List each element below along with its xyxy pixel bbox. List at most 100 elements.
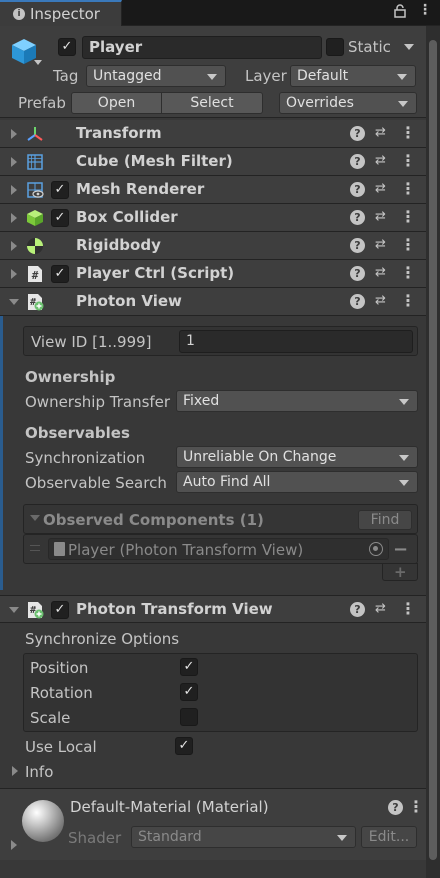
info-icon: i [13, 8, 25, 20]
help-icon[interactable]: ? [350, 154, 365, 169]
prefab-label: Prefab [18, 94, 66, 112]
context-menu-icon[interactable]: ⋮ [400, 291, 416, 310]
transform-icon [26, 125, 44, 143]
help-icon[interactable]: ? [350, 210, 365, 225]
foldout-arrow-icon[interactable] [9, 299, 19, 305]
presets-icon[interactable]: ⇄ [375, 125, 386, 140]
enabled-checkbox[interactable]: ✓ [51, 265, 69, 283]
script-icon: # [26, 265, 44, 283]
enabled-checkbox[interactable]: ✓ [51, 209, 69, 227]
component-rigidbody[interactable]: Rigidbody ? ⇄ ⋮ [0, 232, 426, 260]
component-name: Box Collider [76, 208, 178, 226]
static-label: Static [348, 38, 391, 56]
foldout-arrow-icon[interactable] [11, 213, 17, 223]
position-checkbox[interactable]: ✓ [180, 658, 198, 676]
foldout-arrow-icon[interactable] [11, 157, 17, 167]
foldout-arrow-icon[interactable] [11, 185, 17, 195]
help-icon[interactable]: ? [350, 126, 365, 141]
photon-icon: # [26, 293, 44, 311]
presets-icon[interactable]: ⇄ [375, 153, 386, 168]
help-icon[interactable]: ? [350, 266, 365, 281]
material-fold-icon[interactable] [11, 840, 17, 850]
name-field[interactable]: Player [82, 36, 322, 59]
foldout-arrow-icon[interactable] [11, 269, 17, 279]
context-menu-icon[interactable]: ⋮ [400, 263, 416, 282]
info-label: Info [25, 763, 54, 781]
presets-icon[interactable]: ⇄ [375, 181, 386, 196]
component-transform[interactable]: Transform ? ⇄ ⋮ [0, 120, 426, 148]
material-preview-icon [22, 800, 64, 842]
foldout-arrow-icon[interactable] [11, 241, 17, 251]
icon-dropdown-icon[interactable] [34, 60, 42, 65]
layer-dropdown[interactable]: Default [290, 65, 416, 87]
component-player-ctrl[interactable]: # ✓ Player Ctrl (Script) ? ⇄ ⋮ [0, 260, 426, 288]
object-picker-icon[interactable] [369, 542, 383, 556]
prefab-open-button[interactable]: Open [71, 92, 162, 114]
info-fold-icon[interactable] [12, 766, 18, 776]
rotation-checkbox[interactable]: ✓ [180, 683, 198, 701]
tab-title: Inspector [30, 5, 100, 23]
help-icon[interactable]: ? [350, 238, 365, 253]
use-local-label: Use Local [25, 738, 97, 756]
view-id-label: View ID [1..999] [31, 333, 152, 351]
scale-checkbox[interactable] [180, 708, 198, 726]
presets-icon[interactable]: ⇄ [375, 209, 386, 224]
view-id-field[interactable]: 1 [179, 330, 413, 353]
plus-icon[interactable]: + [394, 563, 407, 581]
rotation-label: Rotation [30, 684, 93, 702]
context-menu-icon[interactable]: ⋮ [400, 599, 416, 618]
component-mesh-filter[interactable]: Cube (Mesh Filter) ? ⇄ ⋮ [0, 148, 426, 176]
component-name: Photon Transform View [76, 600, 273, 618]
context-menu-icon[interactable]: ⋮ [400, 151, 416, 170]
remove-icon[interactable]: − [393, 539, 408, 560]
active-checkbox[interactable]: ✓ [58, 38, 76, 56]
component-name: Rigidbody [76, 236, 161, 254]
overrides-dropdown[interactable]: Overrides [279, 92, 417, 114]
help-icon[interactable]: ? [350, 182, 365, 197]
observable-search-dropdown[interactable]: Auto Find All [176, 471, 418, 493]
observed-components-label: Observed Components (1) [43, 511, 264, 529]
mesh-renderer-icon [26, 181, 44, 199]
prefab-select-button[interactable]: Select [161, 92, 263, 114]
synchronization-dropdown[interactable]: Unreliable On Change [176, 446, 418, 468]
tab-menu-icon[interactable]: ⋮ [418, 2, 432, 18]
box-collider-icon [26, 209, 44, 227]
context-menu-icon[interactable]: ⋮ [400, 207, 416, 226]
context-menu-icon[interactable]: ⋮ [400, 179, 416, 198]
enabled-checkbox[interactable]: ✓ [51, 181, 69, 199]
component-photon-transform-view[interactable]: # ✓ Photon Transform View ? ⇄ ⋮ [0, 595, 426, 623]
context-menu-icon[interactable]: ⋮ [400, 123, 416, 142]
ownership-transfer-dropdown[interactable]: Fixed [176, 390, 418, 412]
presets-icon[interactable]: ⇄ [375, 601, 386, 616]
svg-text:#: # [32, 269, 39, 282]
edit-shader-button[interactable]: Edit... [361, 826, 417, 848]
component-box-collider[interactable]: ✓ Box Collider ? ⇄ ⋮ [0, 204, 426, 232]
presets-icon[interactable]: ⇄ [375, 237, 386, 252]
presets-icon[interactable]: ⇄ [375, 265, 386, 280]
foldout-arrow-icon[interactable] [9, 607, 19, 613]
lock-icon[interactable] [394, 4, 406, 22]
static-checkbox[interactable] [326, 38, 344, 56]
tag-dropdown[interactable]: Untagged [86, 65, 226, 87]
help-icon[interactable]: ? [388, 800, 403, 815]
static-dropdown-icon[interactable] [404, 44, 414, 50]
help-icon[interactable]: ? [350, 294, 365, 309]
help-icon[interactable]: ? [350, 602, 365, 617]
use-local-checkbox[interactable]: ✓ [175, 737, 193, 755]
foldout-arrow-icon[interactable] [11, 129, 17, 139]
component-name: Transform [76, 124, 162, 142]
find-button[interactable]: Find [358, 510, 412, 530]
drag-handle-icon[interactable] [30, 545, 40, 551]
sync-options-label: Synchronize Options [25, 630, 180, 648]
presets-icon[interactable]: ⇄ [375, 293, 386, 308]
script-icon [54, 542, 65, 556]
enabled-checkbox[interactable]: ✓ [51, 601, 69, 619]
shader-dropdown[interactable]: Standard [131, 826, 356, 848]
component-photon-view[interactable]: # Photon View ? ⇄ ⋮ [0, 288, 426, 316]
scrollbar-thumb[interactable] [429, 40, 437, 860]
context-menu-icon[interactable]: ⋮ [408, 797, 424, 816]
component-mesh-renderer[interactable]: ✓ Mesh Renderer ? ⇄ ⋮ [0, 176, 426, 204]
tab-inspector[interactable]: i Inspector [0, 0, 122, 26]
context-menu-icon[interactable]: ⋮ [400, 235, 416, 254]
observed-fold-icon[interactable] [30, 515, 40, 521]
